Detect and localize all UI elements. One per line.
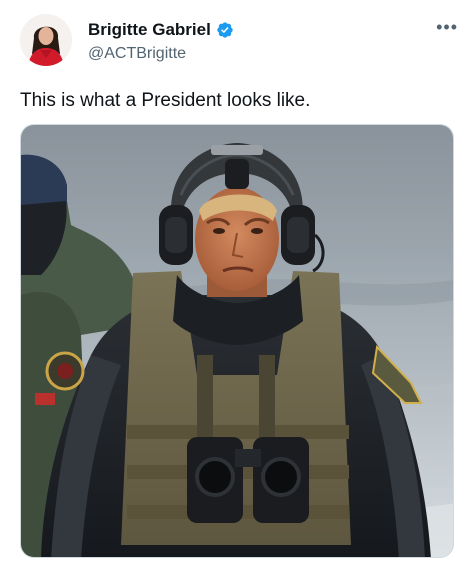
media-image [21, 125, 453, 557]
tweet-media[interactable] [20, 124, 454, 558]
verified-badge-icon [217, 22, 233, 38]
more-options-icon[interactable]: ••• [436, 18, 458, 36]
author-handle[interactable]: @ACTBrigitte [88, 44, 234, 64]
tweet-header: Brigitte Gabriel @ACTBrigitte ••• [20, 14, 458, 70]
author-name-row[interactable]: Brigitte Gabriel [88, 20, 234, 40]
tweet-text: This is what a President looks like. [20, 90, 311, 111]
author-info: Brigitte Gabriel @ACTBrigitte [88, 20, 234, 64]
author-name[interactable]: Brigitte Gabriel [88, 20, 211, 40]
avatar[interactable] [20, 14, 72, 66]
tweet-card: Brigitte Gabriel @ACTBrigitte ••• This i… [0, 0, 474, 564]
avatar-image [20, 14, 72, 66]
